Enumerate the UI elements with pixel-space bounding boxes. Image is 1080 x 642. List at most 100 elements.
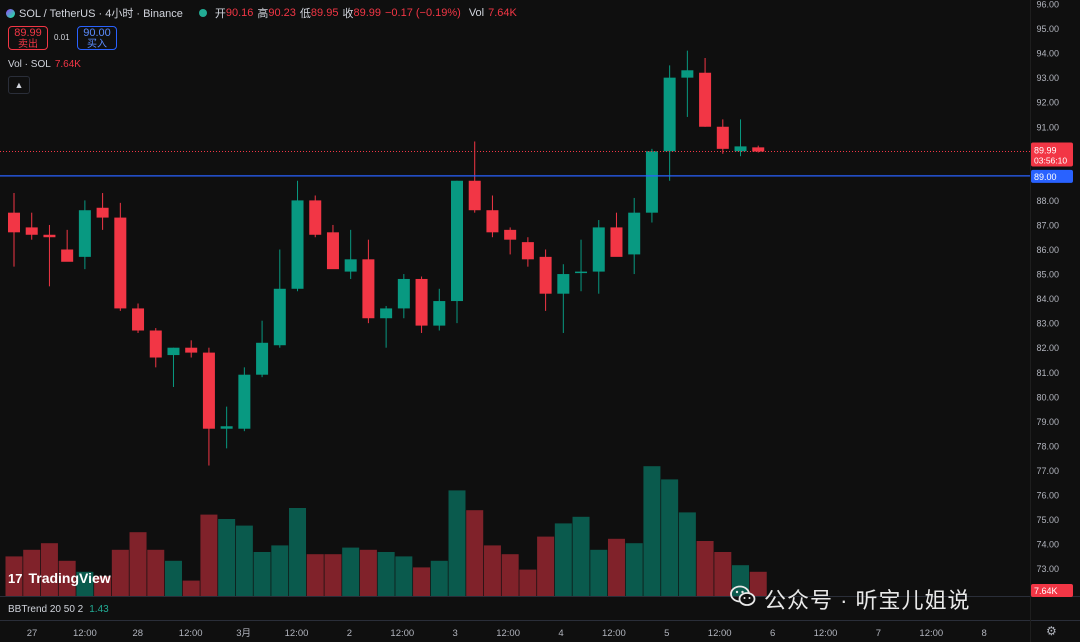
candle-body [575,271,588,274]
volume-bar [448,490,466,596]
open-label: 开 [214,8,226,20]
x-tick-label: 12:00 [73,628,97,639]
candle-body [220,426,233,429]
volume-legend: Vol · SOL 7.64K [8,59,81,70]
sell-label: 卖出 [18,39,38,50]
symbol-legend: SOL / TetherUS · 4小时 · Binance 开 90.16 高9… [6,5,517,21]
volume-bar [182,580,200,596]
volume-bar [271,545,289,596]
volume-bar [289,508,307,596]
volume-bar [306,554,324,596]
candle-body [504,229,517,240]
close-value: 89.99 [353,7,381,19]
x-tick-label: 12:00 [919,628,943,639]
x-tick-label: 5 [664,628,669,639]
y-tick-label: 87.00 [1036,220,1059,230]
candle-body [362,259,375,319]
x-tick-label: 2 [347,628,352,639]
y-tick-label: 77.00 [1036,466,1059,476]
symbol-title[interactable]: SOL / TetherUS · 4小时 · Binance [19,5,183,21]
buy-price: 90.00 [83,27,111,39]
low-label: 低 [299,8,311,20]
x-tick-label: 12:00 [814,628,838,639]
indicator-name: BBTrend 20 50 2 [8,604,84,615]
candlestick-chart[interactable]: 73.00 74.00 75.00 76.00 77.00 78.00 79.00 80.00… [0,0,1080,642]
candle-body [681,70,694,78]
volume-bar [501,554,519,596]
candle-body [167,347,180,356]
watermark-text: 公众号 · 听宝儿姐说 [764,588,971,613]
high-label: 高 [257,8,269,20]
x-tick-label: 3 [453,628,458,639]
volume-bar [164,560,182,596]
chevron-up-icon[interactable]: ▲ [8,76,30,94]
candle-body [752,147,765,152]
high-value: 90.23 [268,7,296,19]
candle-body [539,256,552,294]
candle-body [645,151,658,213]
candle-body [734,146,747,152]
candle-body [326,232,339,270]
buy-label: 买入 [87,39,107,50]
tradingview-logo-icon: 17 [8,570,23,586]
candle-body [433,301,446,326]
volume-bar [147,549,165,596]
y-tick-label: 96.00 [1036,0,1059,10]
candle-body [238,374,251,429]
candle-body [557,274,570,294]
y-tick-label: 92.00 [1036,98,1059,108]
candle-body [202,352,215,429]
y-tick-label: 74.00 [1036,540,1059,550]
candle-body [256,342,269,375]
change-value: −0.17 (−0.19%) [384,7,461,19]
volume-bar [413,567,431,596]
candle-body [273,288,286,346]
volume-bar [554,523,572,596]
candle-body [592,227,605,272]
candle-body [78,210,91,257]
watermark: 公众号 · 听宝儿姐说 [730,583,971,615]
candle-body [8,212,20,233]
y-tick-label: 75.00 [1036,515,1059,525]
y-tick-label: 95.00 [1036,24,1059,34]
x-tick-label: 12:00 [285,628,309,639]
volume-bar [200,514,218,596]
volume-bar [661,479,679,596]
x-tick-label: 12:00 [602,628,626,639]
volume-bar [607,538,625,596]
candle-body [415,278,428,326]
x-tick-label: 12:00 [390,628,414,639]
y-tick-label: 78.00 [1036,441,1059,451]
volume-bar [537,536,555,596]
volume-bar [643,466,661,596]
volume-bar [377,552,395,596]
x-tick-label: 4 [558,628,563,639]
y-tick-label: 94.00 [1036,49,1059,59]
sell-price: 89.99 [14,27,42,39]
tradingview-logo[interactable]: 17 TradingView [8,570,111,586]
candle-body [451,180,463,302]
volume-bar [342,547,360,596]
y-tick-label: 82.00 [1036,343,1059,353]
solana-logo-icon [6,8,15,18]
y-tick-label: 83.00 [1036,319,1059,329]
candle-body [291,200,304,289]
volume-bar [430,560,448,596]
gear-icon[interactable]: ⚙ [1046,624,1057,638]
x-tick-label: 12:00 [708,628,732,639]
candle-body [149,330,162,358]
buy-button[interactable]: 90.00 买入 [77,26,117,50]
y-tick-label: 93.00 [1036,73,1059,83]
candle-body [610,227,623,257]
sell-button[interactable]: 89.99 卖出 [8,26,48,50]
low-value: 89.95 [310,7,339,19]
x-tick-label: 7 [876,628,881,639]
indicator-legend: BBTrend 20 50 2 1.43 [8,604,109,615]
y-tick-label: 73.00 [1036,564,1059,574]
candle-body [628,212,641,255]
close-label: 收 [342,8,354,20]
candle-body [663,77,676,152]
last-price-label: 89.99 [1034,146,1057,156]
volume-legend-label: Vol · SOL [8,59,51,70]
y-tick-label: 80.00 [1036,392,1059,402]
